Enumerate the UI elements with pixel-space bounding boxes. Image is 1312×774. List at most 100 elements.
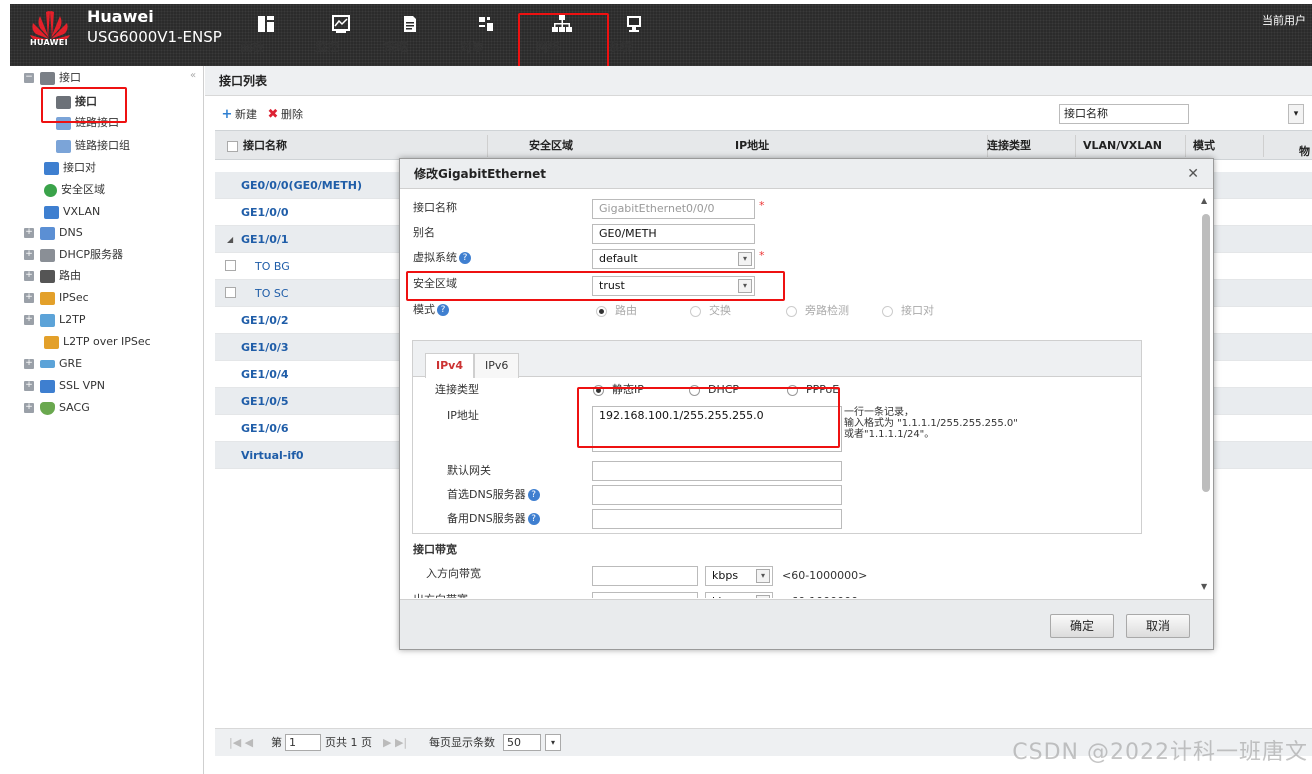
nav-network[interactable]: 网络 xyxy=(536,4,588,66)
expand-icon[interactable]: + xyxy=(24,293,34,303)
nav-policy-label: 策略 xyxy=(384,40,409,54)
dns1-field[interactable] xyxy=(592,485,842,505)
tree-link-interface[interactable]: 链路接口 xyxy=(56,113,119,133)
row-name[interactable]: GE0/0/0(GE0/METH) xyxy=(241,172,362,199)
help-icon[interactable]: ? xyxy=(437,304,449,316)
expand-icon[interactable]: + xyxy=(24,359,34,369)
gateway-field[interactable] xyxy=(592,461,842,481)
col-ip[interactable]: IP地址 xyxy=(735,131,769,161)
collapse-sidebar-icon[interactable]: « xyxy=(190,70,196,81)
tree-ssl-vpn[interactable]: + SSL VPN xyxy=(24,376,105,396)
chevron-down-icon[interactable]: ▾ xyxy=(738,279,752,293)
expand-icon[interactable]: + xyxy=(24,271,34,281)
tree-ipsec[interactable]: + IPSec xyxy=(24,288,89,308)
row-name[interactable]: GE1/0/2 xyxy=(241,307,289,334)
ip-address-textarea[interactable]: 192.168.100.1/255.255.255.0 xyxy=(592,406,842,452)
out-bandwidth-field[interactable] xyxy=(592,592,698,598)
row-name[interactable]: GE1/0/4 xyxy=(241,361,289,388)
pppoe-radio[interactable]: PPPoE xyxy=(787,382,839,398)
tree-l2tp-over-ipsec[interactable]: L2TP over IPSec xyxy=(44,332,151,352)
tree-link-interface-group[interactable]: 链路接口组 xyxy=(56,136,130,156)
alias-field[interactable]: GE0/METH xyxy=(592,224,755,244)
tab-ipv4[interactable]: IPv4 xyxy=(425,353,474,378)
tab-ipv6[interactable]: IPv6 xyxy=(474,353,520,378)
tree-interface[interactable]: 接口 xyxy=(56,92,97,112)
tree-route[interactable]: + 路由 xyxy=(24,266,81,286)
static-ip-radio[interactable]: 静态IP xyxy=(593,382,644,398)
chevron-down-icon[interactable]: ▾ xyxy=(1288,104,1304,124)
tree-security-zone[interactable]: 安全区域 xyxy=(44,180,105,200)
tree-dns[interactable]: + DNS xyxy=(24,223,83,243)
tree-l2tp[interactable]: + L2TP xyxy=(24,310,85,330)
mode-switch-radio[interactable]: 交换 xyxy=(690,303,731,319)
col-conn-type[interactable]: 连接类型 xyxy=(987,131,1031,161)
expand-icon[interactable]: + xyxy=(24,228,34,238)
page-input[interactable]: 1 xyxy=(285,734,321,751)
tree-label: DNS xyxy=(59,226,83,239)
nav-monitor[interactable]: 监控 xyxy=(315,4,367,66)
tree-sacg[interactable]: + SACG xyxy=(24,398,90,418)
nav-object[interactable]: 对象 xyxy=(460,4,512,66)
mode-bypass-radio[interactable]: 旁路检测 xyxy=(786,303,849,319)
delete-button[interactable]: ✖ 删除 xyxy=(267,106,303,122)
expand-icon[interactable]: + xyxy=(24,250,34,260)
first-page-icon[interactable]: |◀ ◀ xyxy=(229,729,253,757)
tree-interface-pair[interactable]: 接口对 xyxy=(44,158,96,178)
expand-icon[interactable]: + xyxy=(24,403,34,413)
vsys-select[interactable]: default ▾ xyxy=(592,249,755,269)
col-vlan[interactable]: VLAN/VXLAN xyxy=(1083,131,1162,161)
help-icon[interactable]: ? xyxy=(527,489,540,501)
nav-policy[interactable]: 策略 xyxy=(384,4,436,66)
close-icon[interactable]: ✕ xyxy=(1187,159,1199,189)
search-field-select[interactable]: 接口名称 xyxy=(1059,104,1189,124)
row-name[interactable]: GE1/0/0 xyxy=(241,199,289,226)
last-page-icon[interactable]: ▶ ▶| xyxy=(383,729,407,757)
row-name[interactable]: GE1/0/1 xyxy=(241,226,289,253)
out-bandwidth-unit-select[interactable]: kbps▾ xyxy=(705,592,773,598)
row-name[interactable]: TO BG xyxy=(255,253,290,280)
dns2-field[interactable] xyxy=(592,509,842,529)
scroll-down-icon[interactable]: ▼ xyxy=(1201,582,1207,591)
row-checkbox[interactable] xyxy=(225,287,236,298)
expand-icon[interactable]: + xyxy=(24,315,34,325)
chevron-down-icon[interactable]: ▾ xyxy=(738,252,752,266)
per-page-select[interactable]: 50 xyxy=(503,734,541,751)
help-icon[interactable]: ? xyxy=(459,252,471,264)
collapse-icon[interactable]: − xyxy=(24,73,34,83)
col-zone[interactable]: 安全区域 xyxy=(491,131,611,161)
in-bandwidth-field[interactable] xyxy=(592,566,698,586)
nav-system[interactable]: 系统 xyxy=(608,4,660,66)
col-name[interactable]: 接口名称 xyxy=(243,131,287,161)
ok-button[interactable]: 确定 xyxy=(1050,614,1114,638)
row-name[interactable]: Virtual-if0 xyxy=(241,442,304,469)
mode-route-radio[interactable]: 路由 xyxy=(596,303,637,319)
header-checkbox[interactable] xyxy=(227,131,238,161)
chevron-down-icon[interactable]: ▾ xyxy=(756,569,770,583)
scroll-up-icon[interactable]: ▲ xyxy=(1201,196,1207,205)
cancel-button[interactable]: 取消 xyxy=(1126,614,1190,638)
dhcp-radio[interactable]: DHCP xyxy=(689,382,739,398)
chevron-down-icon[interactable]: ▾ xyxy=(545,734,561,751)
new-button[interactable]: + 新建 xyxy=(221,106,257,122)
row-name[interactable]: GE1/0/5 xyxy=(241,388,289,415)
expand-icon[interactable]: + xyxy=(24,381,34,391)
row-name[interactable]: GE1/0/6 xyxy=(241,415,289,442)
in-bandwidth-unit-select[interactable]: kbps ▾ xyxy=(705,566,773,586)
mode-pair-radio[interactable]: 接口对 xyxy=(882,303,934,319)
chevron-down-icon[interactable]: ▾ xyxy=(756,595,770,598)
security-zone-select[interactable]: trust ▾ xyxy=(592,276,755,296)
row-name[interactable]: TO SC xyxy=(255,280,289,307)
col-mode[interactable]: 模式 xyxy=(1193,131,1215,161)
help-icon[interactable]: ? xyxy=(527,513,540,525)
nav-dashboard[interactable]: 面板 xyxy=(240,4,292,66)
tree-gre[interactable]: + GRE xyxy=(24,354,82,374)
tree-interface-group[interactable]: − 接口 xyxy=(24,68,81,88)
dialog-scrollbar[interactable]: ▲ ▼ xyxy=(1199,190,1213,598)
row-name[interactable]: GE1/0/3 xyxy=(241,334,289,361)
expand-triangle-icon[interactable]: ◢ xyxy=(227,226,233,253)
scroll-thumb[interactable] xyxy=(1202,214,1210,492)
row-checkbox[interactable] xyxy=(225,260,236,271)
col-physical[interactable]: 物 xyxy=(1299,137,1310,167)
tree-dhcp[interactable]: + DHCP服务器 xyxy=(24,245,123,265)
tree-vxlan[interactable]: VXLAN xyxy=(44,202,100,222)
